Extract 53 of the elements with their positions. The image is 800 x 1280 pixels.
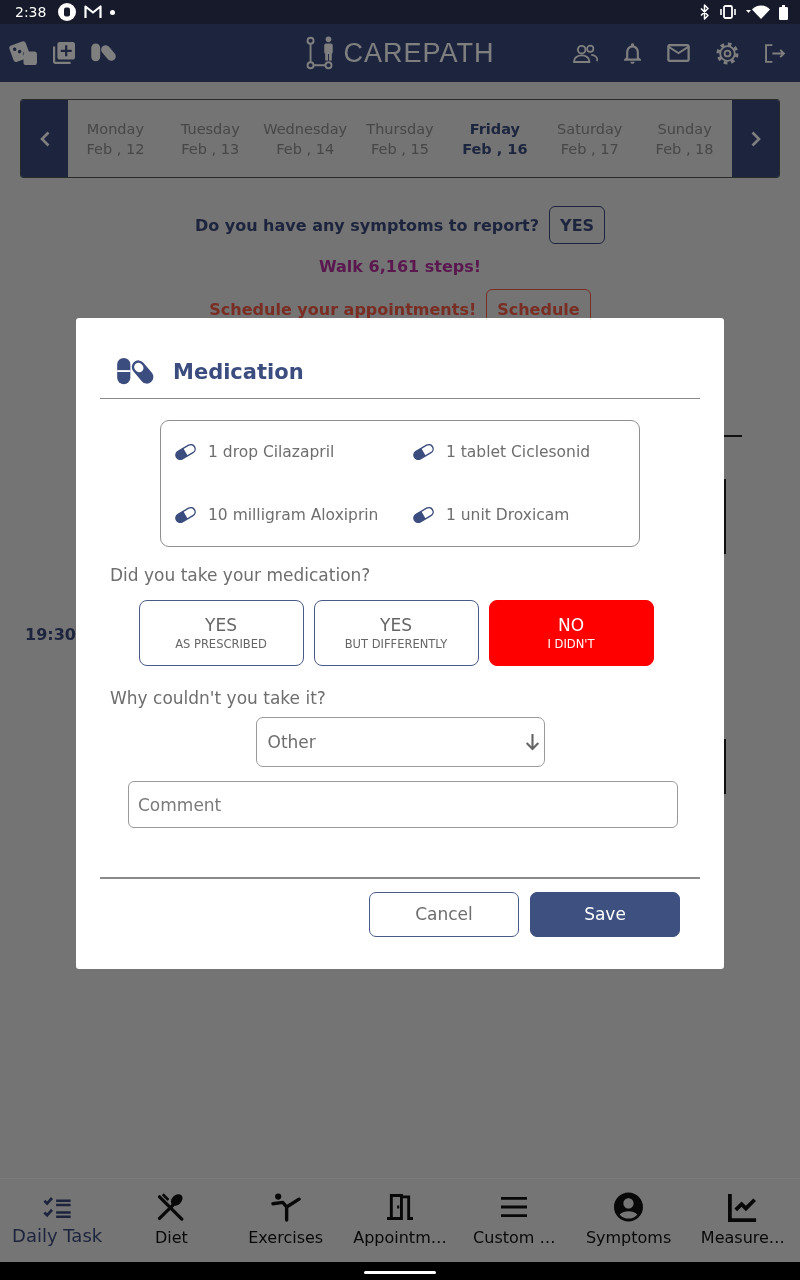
nav-tab[interactable]: Appointm… [342,1179,458,1262]
settings-icon[interactable] [716,41,739,65]
bluetooth-icon [700,4,710,20]
gesture-handle[interactable] [364,1271,436,1274]
cancel-button[interactable]: Cancel [369,891,519,937]
battery-icon [779,4,788,20]
nav-tab[interactable]: Exercises [228,1179,343,1262]
answer-option[interactable]: NO I DIDN'T [488,600,654,666]
logo-text: CAREPATH [343,37,495,69]
medication-name: 1 drop Cilazapril [208,443,335,461]
medication-name: 10 milligram Aloxiprin [208,506,379,524]
line-chart-icon [727,1192,758,1222]
circle-badge-icon [58,3,77,21]
reason-question: Why couldn't you take it? [109,687,327,710]
nav-tab[interactable]: Diet [114,1179,229,1262]
question-text: Did you take your medication? [109,564,372,587]
dialog-title: Medication [173,359,304,384]
logout-icon[interactable] [765,43,786,63]
chevron-right-icon [750,130,761,147]
time-label: 19:30 [25,624,76,644]
door-icon [387,1192,413,1222]
comment-field[interactable]: Comment [128,781,678,828]
chevron-left-icon [39,130,50,147]
medication-name: 1 tablet Ciclesonid [446,443,591,461]
mail-icon[interactable] [667,44,690,62]
nav-tab[interactable]: Custom … [457,1179,572,1262]
answer-option[interactable]: YES AS PRESCRIBED [138,600,304,666]
day-tab[interactable]: Friday Feb , 16 [447,100,543,177]
symptoms-prompt: Do you have any symptoms to report? [194,215,540,235]
answer-option[interactable]: YES BUT DIFFERENTLY [313,600,479,666]
nav-tab[interactable]: Daily Task [0,1179,115,1262]
save-button[interactable]: Save [530,891,680,937]
dice-icon[interactable] [8,40,38,66]
logo-figure-icon [305,36,336,70]
vibrate-icon [719,5,737,19]
reason-dropdown[interactable]: Other [255,717,545,767]
add-stack-icon[interactable] [53,42,75,64]
wifi-icon [746,5,770,19]
fork-spoon-icon [157,1192,186,1222]
nav-tab[interactable]: Symptoms [571,1179,686,1262]
medication-name: 1 unit Droxicam [446,506,570,524]
down-arrow-icon [524,733,540,751]
reminder-button[interactable]: YES [549,206,606,244]
dot-icon [110,9,116,15]
bell-icon[interactable] [624,42,641,64]
nav-tab[interactable]: Measure… [685,1179,800,1262]
people-icon[interactable] [573,43,598,63]
kicking-figure-icon [270,1192,301,1222]
steps-goal: Walk 6,161 steps! [318,256,481,276]
appointments-prompt: Schedule your appointments! [209,299,477,319]
pills-icon[interactable] [90,42,118,64]
clock-time: 2:38 [15,4,47,20]
mail-icon [84,5,103,19]
